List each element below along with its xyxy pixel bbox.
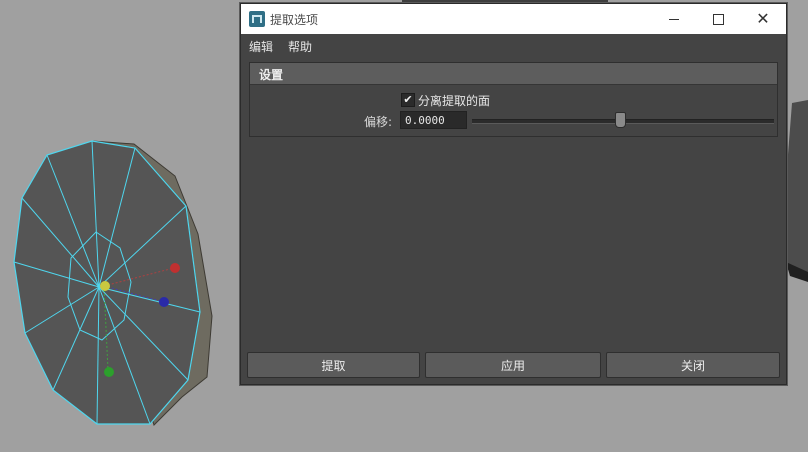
settings-section-header[interactable]: 设置 <box>250 63 777 85</box>
extract-options-dialog: 提取选项 ✕ 编辑 帮助 设置 ✔ 分离提取的面 偏移: 0.0000 提取 应… <box>240 3 787 385</box>
close-button[interactable]: 关闭 <box>606 352 780 378</box>
settings-section: 设置 ✔ 分离提取的面 偏移: 0.0000 <box>249 62 778 137</box>
viewport-right-object <box>786 100 808 280</box>
menu-bar: 编辑 帮助 <box>241 34 786 56</box>
maximize-button[interactable] <box>695 4 741 34</box>
manipulator-center[interactable] <box>100 281 110 291</box>
maya-app-icon <box>249 11 265 27</box>
maximize-icon <box>712 13 724 25</box>
extract-button[interactable]: 提取 <box>247 352 420 378</box>
minimize-icon <box>669 18 679 20</box>
menu-help[interactable]: 帮助 <box>288 38 312 55</box>
offset-input[interactable]: 0.0000 <box>400 111 467 129</box>
minimize-button[interactable] <box>651 4 697 34</box>
offset-label: 偏移: <box>364 115 393 129</box>
title-bar[interactable]: 提取选项 ✕ <box>241 4 786 34</box>
window-title: 提取选项 <box>270 13 319 27</box>
separate-faces-checkbox[interactable]: ✔ <box>401 93 415 107</box>
close-icon: ✕ <box>756 9 770 28</box>
separate-faces-label[interactable]: 分离提取的面 <box>418 92 490 109</box>
mesh-disc[interactable] <box>13 140 213 426</box>
offset-slider-handle[interactable] <box>615 112 627 128</box>
checkmark-icon: ✔ <box>403 93 413 106</box>
manipulator-z-handle[interactable] <box>159 297 169 307</box>
settings-header-label: 设置 <box>259 68 284 82</box>
apply-button[interactable]: 应用 <box>425 352 601 378</box>
close-window-button[interactable]: ✕ <box>740 4 786 34</box>
manipulator-x-handle[interactable] <box>170 263 180 273</box>
manipulator-y-handle[interactable] <box>104 367 114 377</box>
menu-edit[interactable]: 编辑 <box>249 38 273 55</box>
